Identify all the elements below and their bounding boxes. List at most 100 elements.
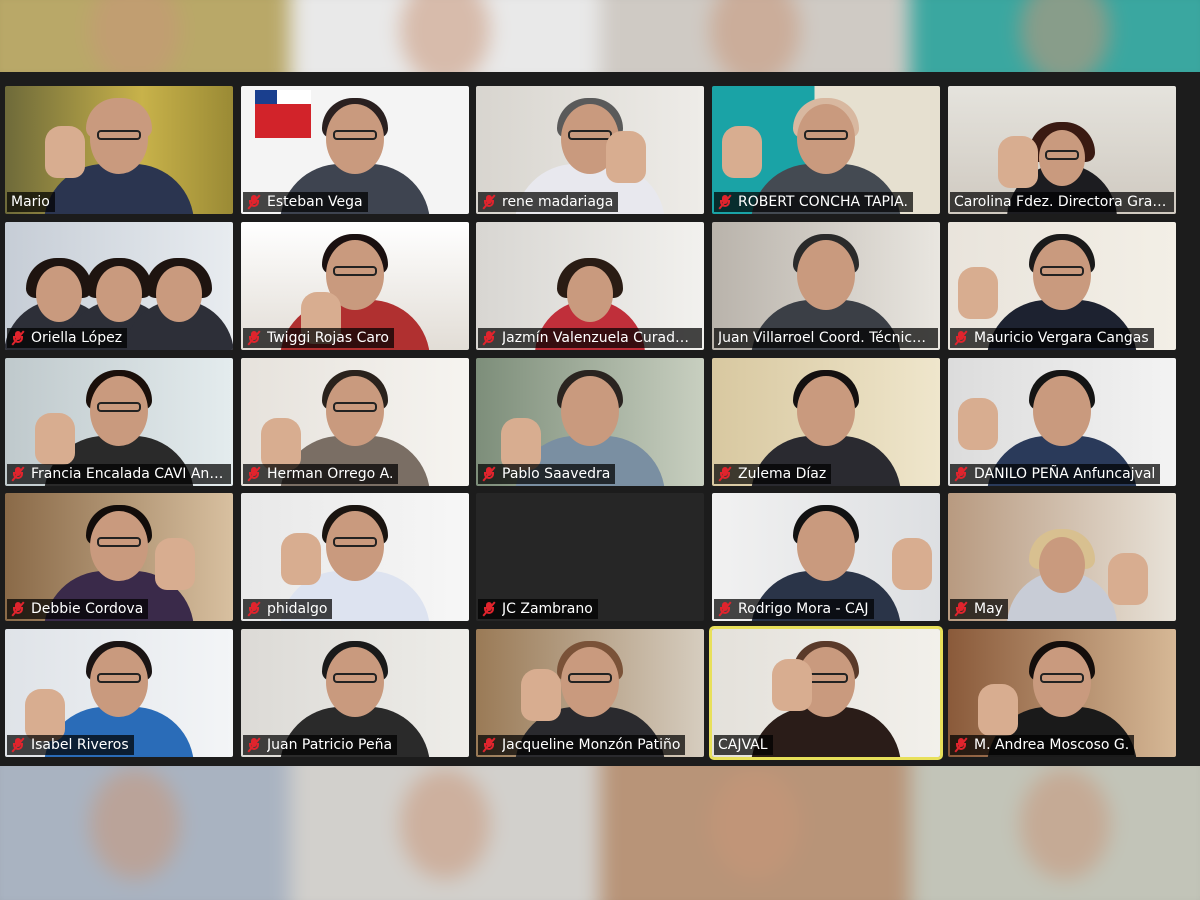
glasses xyxy=(333,266,377,276)
glasses xyxy=(333,130,377,140)
participant-name-label: Juan Villarroel Coord. Técnico… xyxy=(714,328,938,348)
participant-name: Francia Encalada CAVI Anto… xyxy=(31,466,226,482)
glasses xyxy=(333,537,377,547)
glasses xyxy=(97,673,141,683)
participant-name-label: Debbie Cordova xyxy=(7,599,149,619)
participant-tile[interactable]: Rodrigo Mora - CAJ xyxy=(712,493,940,621)
participant-tile[interactable]: JC Zambrano xyxy=(476,493,704,621)
muted-mic-icon xyxy=(11,601,25,617)
participant-name: Mauricio Vergara Cangas xyxy=(974,330,1149,346)
participant-name: CAJVAL xyxy=(718,737,768,753)
participant-name-label: Pablo Saavedra xyxy=(478,464,616,484)
participant-name: Isabel Riveros xyxy=(31,737,129,753)
participant-tile[interactable]: DANILO PEÑA Anfuncajval xyxy=(948,358,1176,486)
participant-name: Pablo Saavedra xyxy=(502,466,611,482)
muted-mic-icon xyxy=(718,466,732,482)
participant-tile[interactable]: Pablo Saavedra xyxy=(476,358,704,486)
muted-mic-icon xyxy=(954,466,968,482)
waving-hand xyxy=(261,418,301,470)
participant-name: Esteban Vega xyxy=(267,194,363,210)
participant-tile[interactable]: M. Andrea Moscoso G. xyxy=(948,629,1176,757)
person-face xyxy=(797,240,855,310)
participant-name: Juan Patricio Peña xyxy=(267,737,393,753)
participant-tile[interactable]: Juan Patricio Peña xyxy=(241,629,469,757)
muted-mic-icon xyxy=(954,737,968,753)
participant-name: JC Zambrano xyxy=(502,601,593,617)
participant-tile[interactable]: Twiggi Rojas Caro xyxy=(241,222,469,350)
glasses xyxy=(97,537,141,547)
glasses xyxy=(804,130,848,140)
muted-mic-icon xyxy=(954,601,968,617)
participant-name: M. Andrea Moscoso G. xyxy=(974,737,1130,753)
participant-name: Jacqueline Monzón Patiño xyxy=(502,737,681,753)
person-face xyxy=(561,376,619,446)
person-face xyxy=(797,511,855,581)
waving-hand xyxy=(772,659,812,711)
glasses xyxy=(568,130,612,140)
waving-hand xyxy=(521,669,561,721)
participant-name-label: Isabel Riveros xyxy=(7,735,134,755)
waving-hand xyxy=(606,131,646,183)
participant-name-label: CAJVAL xyxy=(714,735,773,755)
glasses xyxy=(333,673,377,683)
participant-name: Oriella López xyxy=(31,330,123,346)
participant-name: Juan Villarroel Coord. Técnico… xyxy=(718,330,933,346)
participant-name: Mario xyxy=(11,194,50,210)
participant-tile[interactable]: Carolina Fdez. Directora Gral. … xyxy=(948,86,1176,214)
participant-tile[interactable]: Herman Orrego A. xyxy=(241,358,469,486)
participant-name: rene madariaga xyxy=(502,194,614,210)
participant-name-label: Rodrigo Mora - CAJ xyxy=(714,599,874,619)
muted-mic-icon xyxy=(482,194,496,210)
participant-tile[interactable]: Juan Villarroel Coord. Técnico… xyxy=(712,222,940,350)
participant-tile[interactable]: Jazmín Valenzuela Curador… xyxy=(476,222,704,350)
participant-tile[interactable]: Mario xyxy=(5,86,233,214)
participant-name-label: Carolina Fdez. Directora Gral. … xyxy=(950,192,1174,212)
glasses xyxy=(1040,673,1084,683)
participant-tile[interactable]: Francia Encalada CAVI Anto… xyxy=(5,358,233,486)
participant-tile[interactable]: Mauricio Vergara Cangas xyxy=(948,222,1176,350)
muted-mic-icon xyxy=(11,737,25,753)
participant-tile[interactable]: phidalgo xyxy=(241,493,469,621)
glasses xyxy=(333,402,377,412)
participant-name-label: M. Andrea Moscoso G. xyxy=(950,735,1135,755)
participant-tile[interactable]: Jacqueline Monzón Patiño xyxy=(476,629,704,757)
participant-tile[interactable]: Oriella López xyxy=(5,222,233,350)
participant-name: DANILO PEÑA Anfuncajval xyxy=(974,466,1156,482)
participant-name: May xyxy=(974,601,1003,617)
participant-name-label: ROBERT CONCHA TAPIA. xyxy=(714,192,913,212)
participant-tile[interactable]: Isabel Riveros xyxy=(5,629,233,757)
participant-name-label: Zulema Díaz xyxy=(714,464,832,484)
waving-hand xyxy=(281,533,321,585)
participant-name: Herman Orrego A. xyxy=(267,466,394,482)
waving-hand xyxy=(1108,553,1148,605)
participant-name-label: Jacqueline Monzón Patiño xyxy=(478,735,686,755)
person-face xyxy=(567,266,613,322)
participant-tile[interactable]: rene madariaga xyxy=(476,86,704,214)
participant-tile[interactable]: Esteban Vega xyxy=(241,86,469,214)
muted-mic-icon xyxy=(482,330,496,346)
participant-name: Debbie Cordova xyxy=(31,601,144,617)
participant-name-label: DANILO PEÑA Anfuncajval xyxy=(950,464,1161,484)
muted-mic-icon xyxy=(11,330,25,346)
participant-name: Twiggi Rojas Caro xyxy=(267,330,389,346)
muted-mic-icon xyxy=(247,737,261,753)
participant-name: phidalgo xyxy=(267,601,328,617)
participant-name-label: phidalgo xyxy=(243,599,333,619)
blurred-bottom-strip xyxy=(0,766,1200,900)
participant-name: Jazmín Valenzuela Curador… xyxy=(502,330,697,346)
waving-hand xyxy=(958,267,998,319)
participant-name-label: Oriella López xyxy=(7,328,128,348)
waving-hand xyxy=(155,538,195,590)
person-face xyxy=(1039,537,1085,593)
muted-mic-icon xyxy=(247,601,261,617)
participant-tile[interactable]: May xyxy=(948,493,1176,621)
muted-mic-icon xyxy=(247,194,261,210)
participant-tile[interactable]: Zulema Díaz xyxy=(712,358,940,486)
muted-mic-icon xyxy=(482,466,496,482)
participant-name-label: Mauricio Vergara Cangas xyxy=(950,328,1154,348)
participant-tile[interactable]: ROBERT CONCHA TAPIA. xyxy=(712,86,940,214)
participant-name-label: Mario xyxy=(7,192,55,212)
glasses xyxy=(97,130,141,140)
participant-tile[interactable]: Debbie Cordova xyxy=(5,493,233,621)
participant-tile[interactable]: CAJVAL xyxy=(709,626,943,760)
